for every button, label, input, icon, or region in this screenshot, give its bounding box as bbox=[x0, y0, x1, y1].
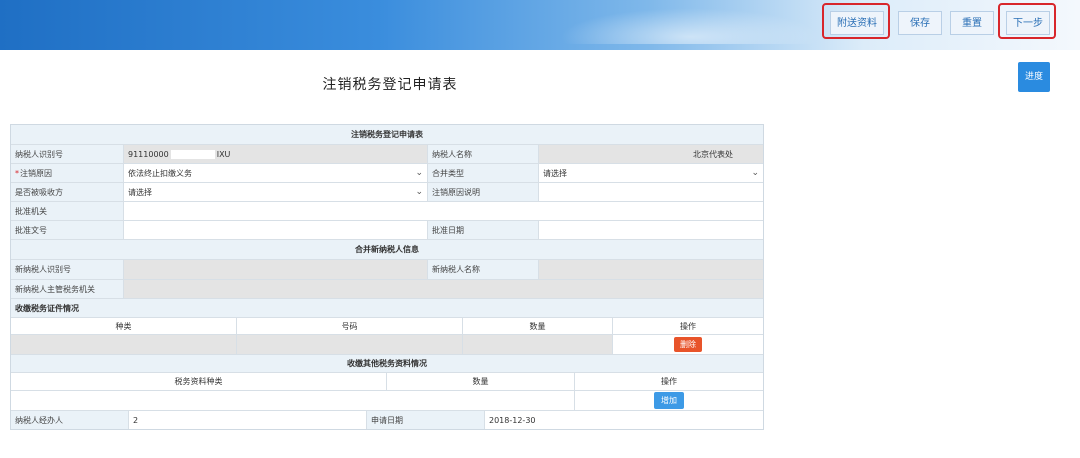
cert-action-cell: 删除 bbox=[613, 335, 763, 354]
taxpayer-name-value: 北京代表处 bbox=[693, 149, 733, 159]
taxpayer-name-field: 北京代表处 bbox=[539, 145, 763, 163]
taxpayer-id-suffix: IXU bbox=[216, 149, 231, 159]
cert-quantity-field bbox=[463, 335, 613, 354]
approval-org-label: 批准机关 bbox=[11, 202, 124, 220]
highlight-attach bbox=[822, 3, 890, 39]
merge-type-select[interactable]: 请选择 ⌄ bbox=[539, 164, 763, 182]
cert-number-field bbox=[237, 335, 463, 354]
section-title-main: 注销税务登记申请表 bbox=[11, 125, 763, 144]
redacted-area bbox=[170, 149, 215, 159]
cancel-reason-label-text: 注销原因 bbox=[20, 168, 52, 178]
chevron-down-icon: ⌄ bbox=[415, 187, 423, 197]
delete-button[interactable]: 删除 bbox=[674, 337, 702, 352]
cert-type-field bbox=[11, 335, 237, 354]
is-merged-value: 请选择 bbox=[128, 187, 152, 197]
cancel-reason-value: 依法终止扣缴义务 bbox=[128, 168, 192, 178]
new-taxpayer-id-field bbox=[124, 260, 428, 279]
approval-date-input[interactable] bbox=[539, 221, 763, 239]
save-button[interactable]: 保存 bbox=[898, 11, 942, 35]
cancel-reason-desc-label: 注销原因说明 bbox=[428, 183, 539, 201]
chevron-down-icon: ⌄ bbox=[751, 168, 759, 178]
merge-type-value: 请选择 bbox=[543, 168, 567, 178]
is-merged-label: 是否被吸收方 bbox=[11, 183, 124, 201]
section-title-other: 收缴其他税务资料情况 bbox=[11, 355, 763, 372]
approval-doc-input[interactable] bbox=[124, 221, 428, 239]
other-header-action: 操作 bbox=[575, 373, 763, 390]
cert-header-number: 号码 bbox=[237, 318, 463, 334]
new-taxpayer-name-field bbox=[539, 260, 763, 279]
progress-button[interactable]: 进度 bbox=[1018, 62, 1050, 92]
cert-header-type: 种类 bbox=[11, 318, 237, 334]
approval-org-input[interactable] bbox=[124, 202, 763, 220]
approval-date-label: 批准日期 bbox=[428, 221, 539, 239]
other-materials-row bbox=[11, 391, 575, 410]
section-title-merge: 合并新纳税人信息 bbox=[11, 240, 763, 259]
taxpayer-id-prefix: 91110000 bbox=[128, 149, 169, 159]
agent-value: 2 bbox=[133, 415, 139, 425]
other-header-quantity: 数量 bbox=[387, 373, 575, 390]
approval-doc-label: 批准文号 bbox=[11, 221, 124, 239]
cancellation-form: 注销税务登记申请表 纳税人识别号 91110000 IXU 纳税人名称 北京代表… bbox=[10, 124, 764, 430]
other-action-cell: 增加 bbox=[575, 391, 763, 410]
apply-date-value: 2018-12-30 bbox=[489, 415, 536, 425]
cert-header-action: 操作 bbox=[613, 318, 763, 334]
cancel-reason-select[interactable]: 依法终止扣缴义务 ⌄ bbox=[124, 164, 428, 182]
merge-type-label: 合并类型 bbox=[428, 164, 539, 182]
agent-input[interactable]: 2 bbox=[129, 411, 367, 429]
is-merged-select[interactable]: 请选择 ⌄ bbox=[124, 183, 428, 201]
cancel-reason-label: * 注销原因 bbox=[11, 164, 124, 182]
taxpayer-id-field: 91110000 IXU bbox=[124, 145, 428, 163]
taxpayer-id-label: 纳税人识别号 bbox=[11, 145, 124, 163]
page-title: 注销税务登记申请表 bbox=[322, 77, 458, 93]
reset-button[interactable]: 重置 bbox=[950, 11, 994, 35]
new-taxpayer-name-label: 新纳税人名称 bbox=[428, 260, 539, 279]
chevron-down-icon: ⌄ bbox=[415, 168, 423, 178]
other-header-type: 税务资料种类 bbox=[11, 373, 387, 390]
agent-label: 纳税人经办人 bbox=[11, 411, 129, 429]
cert-header-quantity: 数量 bbox=[463, 318, 613, 334]
banner-decoration bbox=[560, 8, 820, 44]
new-taxpayer-id-label: 新纳税人识别号 bbox=[11, 260, 124, 279]
required-mark: * bbox=[15, 168, 19, 178]
new-tax-authority-label: 新纳税人主管税务机关 bbox=[11, 280, 124, 298]
new-tax-authority-field bbox=[124, 280, 763, 298]
highlight-next bbox=[998, 3, 1056, 39]
taxpayer-name-label: 纳税人名称 bbox=[428, 145, 539, 163]
apply-date-label: 申请日期 bbox=[367, 411, 485, 429]
section-title-cert: 收缴税务证件情况 bbox=[11, 299, 763, 317]
add-button[interactable]: 增加 bbox=[654, 392, 684, 409]
apply-date-input[interactable]: 2018-12-30 bbox=[485, 411, 763, 429]
cancel-reason-desc-input[interactable] bbox=[539, 183, 763, 201]
